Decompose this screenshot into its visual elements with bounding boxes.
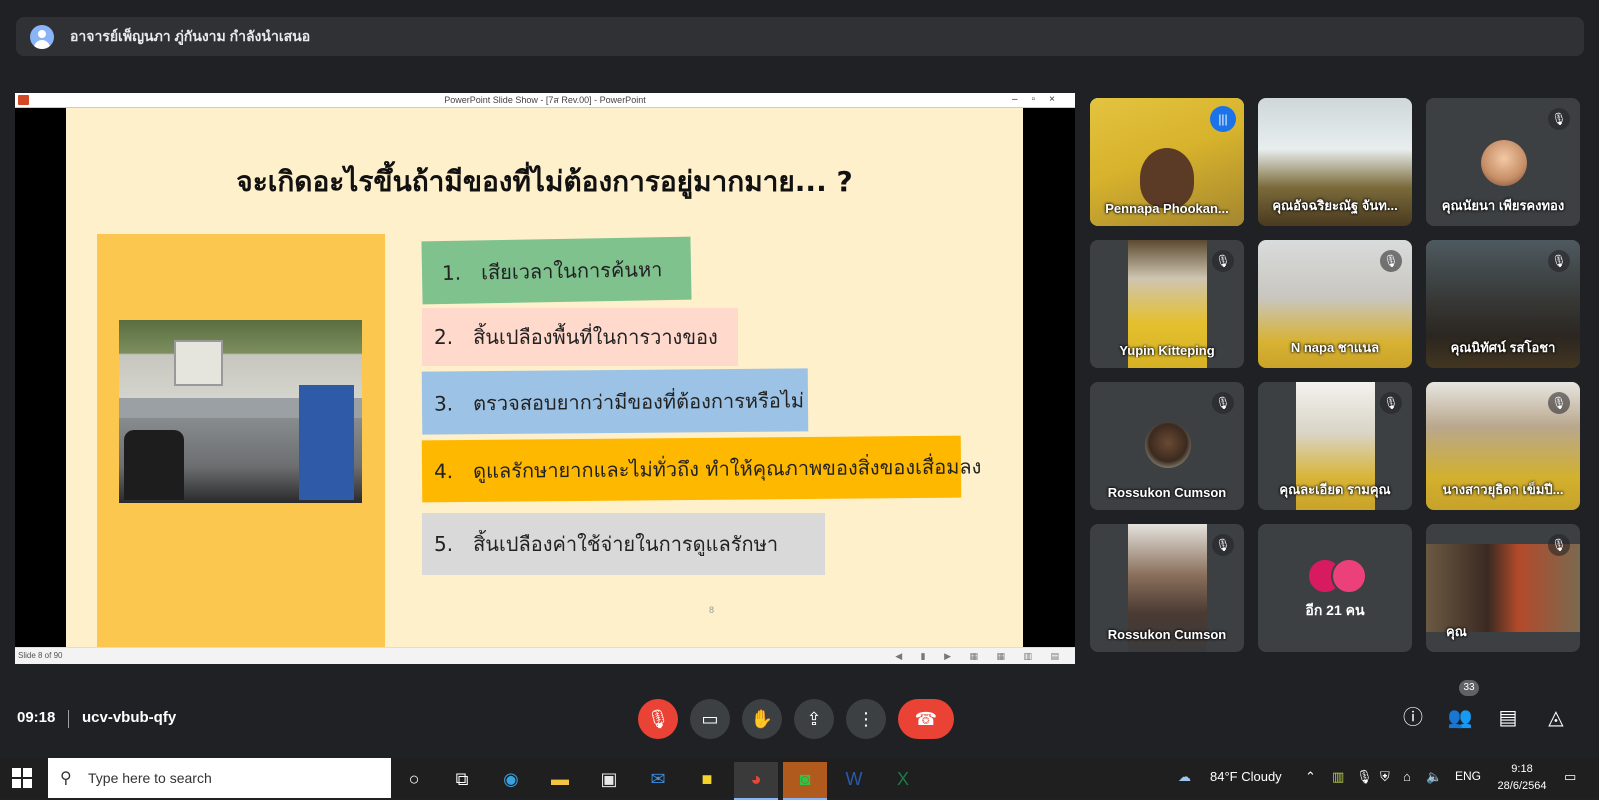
powerpoint-statusbar: Slide 8 of 90 ◀ ▮ ▶ ▦ ▦ ▥ ▤	[15, 647, 1075, 664]
chat-button[interactable]: ▤	[1492, 702, 1524, 734]
sticky-notes-icon[interactable]: ■	[685, 762, 729, 798]
end-call-icon: ☎	[914, 709, 938, 729]
participant-count-badge: 33	[1459, 680, 1479, 696]
powerpoint-logo-icon	[18, 95, 29, 105]
participant-tile[interactable]: ||| Pennapa Phookan...	[1090, 98, 1244, 226]
mic-off-icon: 🎙	[1212, 250, 1234, 272]
people-button[interactable]: 👥	[1444, 702, 1476, 734]
slide-area: จะเกิดอะไรขึ้นถ้ามีของที่ไม่ต้องการอยู่ม…	[15, 108, 1075, 647]
meeting-controls: 09:18 ucv-vbub-qfy 🎙 ▭ ✋ ⇪ ⋮ ☎ ⓘ 👥 33 ▤ …	[0, 680, 1599, 748]
meeting-info-button[interactable]: ⓘ	[1397, 702, 1429, 734]
end-call-button[interactable]: ☎	[898, 699, 954, 739]
line-icon[interactable]: ◙	[783, 762, 827, 800]
mic-off-icon: 🎙	[1380, 392, 1402, 414]
participant-tile[interactable]: 🎙 คุณละเอียด รามคุณ	[1258, 382, 1412, 510]
store-icon[interactable]: ▣	[587, 762, 631, 798]
excel-icon[interactable]: X	[881, 762, 925, 798]
avatar	[1331, 558, 1367, 594]
search-placeholder: Type here to search	[88, 770, 212, 786]
chrome-icon[interactable]: ◕	[734, 762, 778, 800]
cortana-icon[interactable]: ○	[392, 762, 436, 798]
account-icon	[30, 24, 54, 49]
meeting-clock: 09:18	[17, 709, 56, 726]
tray-app-icon[interactable]: ▥	[1332, 769, 1344, 785]
camera-icon: ▭	[701, 709, 719, 729]
slide-list-item: 1. เสียเวลาในการค้นหา	[421, 236, 692, 305]
participant-tile[interactable]: 🎙 คุณนิทัศน์ รสโอชา	[1426, 240, 1580, 368]
powerpoint-window-title: PowerPoint Slide Show - [7ส Rev.00] - Po…	[444, 95, 646, 105]
powerpoint-titlebar: PowerPoint Slide Show - [7ส Rev.00] - Po…	[15, 93, 1075, 108]
slide-title: จะเกิดอะไรขึ้นถ้ามีของที่ไม่ต้องการอยู่ม…	[236, 165, 853, 198]
more-participants-tile[interactable]: อีก 21 คน	[1258, 524, 1412, 652]
tray-time[interactable]: 9:18	[1492, 763, 1552, 775]
chat-icon: ▤	[1498, 707, 1518, 729]
search-icon: ⚲	[60, 770, 72, 787]
tray-chevron-icon[interactable]: ⌃	[1305, 769, 1316, 785]
activities-icon: ◬	[1548, 707, 1564, 729]
slide: จะเกิดอะไรขึ้นถ้ามีของที่ไม่ต้องการอยู่ม…	[66, 108, 1023, 647]
mic-off-icon: 🎙	[1212, 534, 1234, 556]
present-button[interactable]: ⇪	[794, 699, 834, 739]
window-buttons[interactable]: –▫×	[1012, 93, 1069, 107]
raise-hand-button[interactable]: ✋	[742, 699, 782, 739]
volume-icon[interactable]: 🔈	[1426, 769, 1442, 785]
input-language[interactable]: ENG	[1455, 769, 1481, 783]
slide-counter: Slide 8 of 90	[18, 651, 63, 660]
mic-off-icon: 🎙	[646, 709, 670, 729]
slide-page-number: 8	[709, 605, 715, 615]
mic-off-icon: 🎙	[1548, 108, 1570, 130]
more-options-button[interactable]: ⋮	[846, 699, 886, 739]
speaking-indicator-icon: |||	[1210, 106, 1236, 132]
office-desk-photo	[119, 320, 362, 503]
task-view-icon[interactable]: ⧉	[440, 762, 484, 798]
notifications-icon[interactable]: ▭	[1564, 769, 1576, 785]
participant-tile[interactable]: 🎙 Rossukon Cumson	[1090, 524, 1244, 652]
weather-icon[interactable]: ☁	[1178, 769, 1191, 785]
network-icon[interactable]: ⌂	[1403, 769, 1411, 784]
taskbar-search-box[interactable]: ⚲ Type here to search	[48, 758, 391, 798]
slide-list-item: 5. สิ้นเปลืองค่าใช้จ่ายในการดูแลรักษา	[422, 513, 825, 575]
word-icon[interactable]: W	[832, 762, 876, 798]
shared-screen: PowerPoint Slide Show - [7ส Rev.00] - Po…	[15, 93, 1075, 664]
tray-date[interactable]: 28/6/2564	[1492, 780, 1552, 792]
present-icon: ⇪	[806, 709, 822, 729]
more-options-icon: ⋮	[857, 709, 875, 729]
raise-hand-icon: ✋	[750, 709, 774, 729]
mail-icon[interactable]: ✉	[636, 762, 680, 798]
edge-icon[interactable]: ◉	[489, 762, 533, 798]
meeting-code: ucv-vbub-qfy	[82, 709, 177, 726]
presenter-banner-text: อาจารย์เพ็ญนภา ภู่กันงาม กำลังนำเสนอ	[70, 27, 311, 44]
self-view-tile[interactable]: 🎙 คุณ	[1426, 524, 1580, 652]
participant-tile[interactable]: 🎙 Rossukon Cumson	[1090, 382, 1244, 510]
mic-off-icon: 🎙	[1548, 392, 1570, 414]
file-explorer-icon[interactable]: ▬	[538, 762, 582, 798]
mic-off-icon: 🎙	[1380, 250, 1402, 272]
camera-toggle-button[interactable]: ▭	[690, 699, 730, 739]
mic-toggle-button[interactable]: 🎙	[638, 699, 678, 739]
slide-list-item: 3. ตรวจสอบยากว่ามีของที่ต้องการหรือไม่	[421, 368, 809, 435]
people-icon: 👥	[1447, 707, 1473, 729]
info-icon: ⓘ	[1403, 707, 1423, 729]
mic-off-icon: 🎙	[1548, 250, 1570, 272]
windows-start-icon[interactable]	[12, 768, 32, 788]
presenter-banner: อาจารย์เพ็ญนภา ภู่กันงาม กำลังนำเสนอ	[16, 17, 1584, 56]
activities-button[interactable]: ◬	[1540, 702, 1572, 734]
mic-off-icon: 🎙	[1548, 534, 1570, 556]
slide-photo-panel	[97, 234, 385, 647]
mic-off-icon: 🎙	[1212, 392, 1234, 414]
slideshow-nav-buttons[interactable]: ◀ ▮ ▶ ▦ ▦ ▥ ▤	[895, 648, 1067, 664]
defender-icon[interactable]: ⛨	[1380, 769, 1390, 785]
participant-tile[interactable]: คุณอัจฉริยะณัฐ จันท...	[1258, 98, 1412, 226]
participant-tile[interactable]: 🎙 N napa ชาแนล	[1258, 240, 1412, 368]
slide-list-item: 4. ดูแลรักษายากและไม่ทั่วถึง ทำให้คุณภาพข…	[421, 435, 981, 503]
participant-tile[interactable]: 🎙 Yupin Kitteping	[1090, 240, 1244, 368]
microphone-tray-icon[interactable]: 🎙	[1356, 769, 1373, 785]
slide-list-item: 2. สิ้นเปลืองพื้นที่ในการวางของ	[422, 308, 738, 366]
weather-text[interactable]: 84°F Cloudy	[1210, 769, 1282, 784]
participant-tile[interactable]: 🎙 คุณนัยนา เพียรคงทอง	[1426, 98, 1580, 226]
divider	[68, 710, 69, 728]
windows-taskbar: ⚲ Type here to search ○ ⧉ ◉ ▬ ▣ ✉ ■ ◕ ◙ …	[0, 758, 1599, 800]
participant-tile[interactable]: 🎙 นางสาวยุธิดา เข็มปี...	[1426, 382, 1580, 510]
